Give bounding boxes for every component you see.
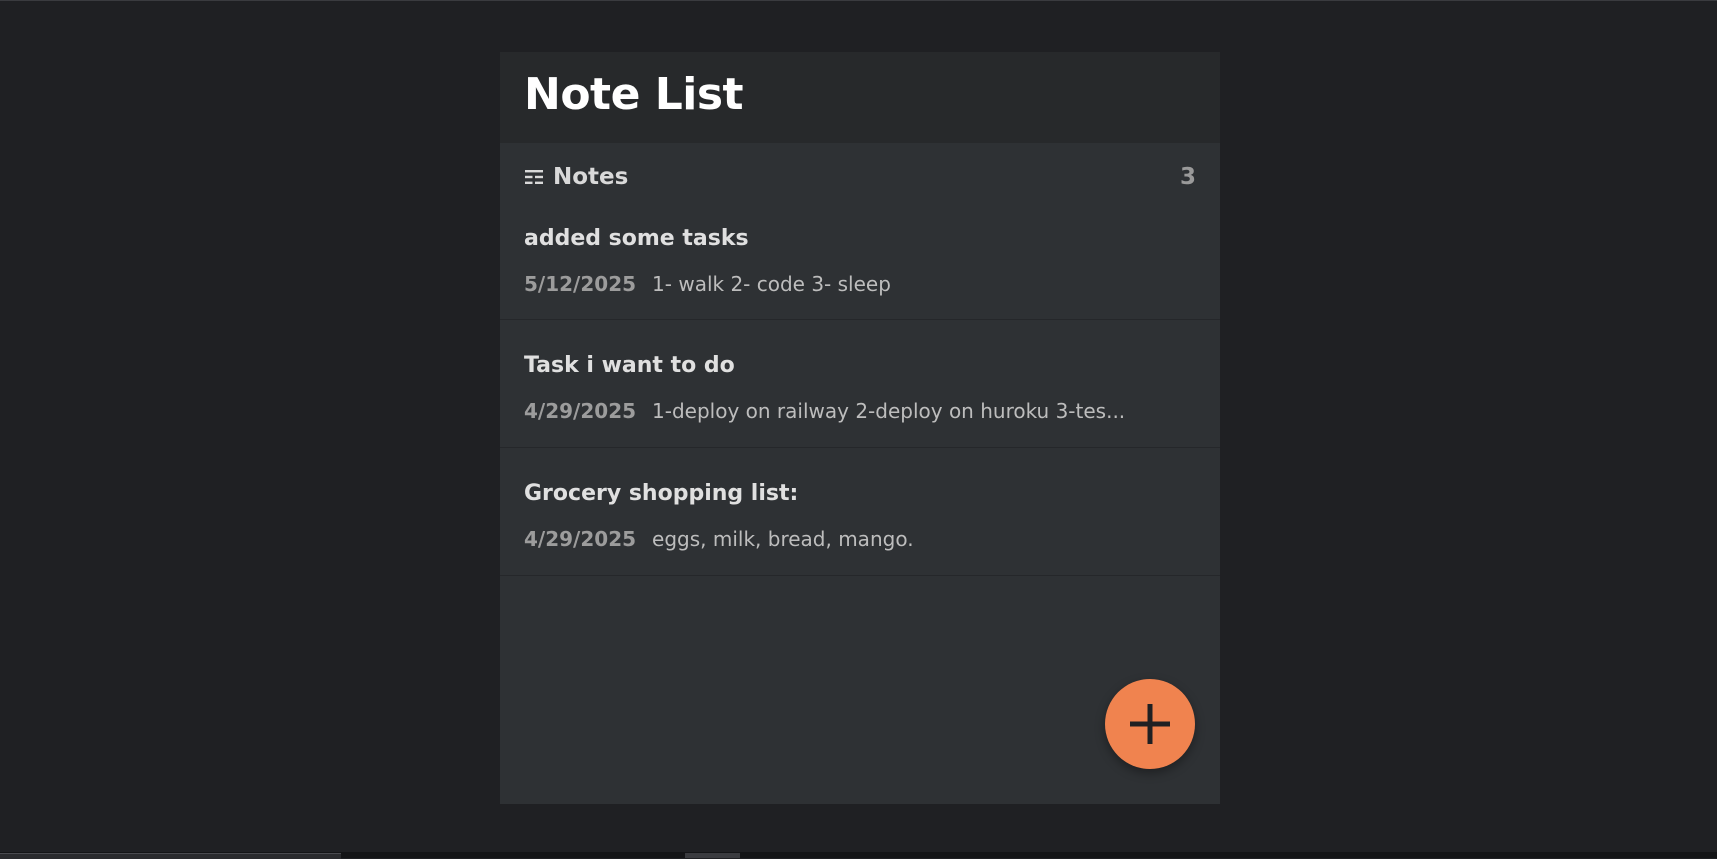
note-meta: 5/12/2025 1- walk 2- code 3- sleep xyxy=(524,272,891,296)
taskbar-item[interactable] xyxy=(0,853,341,859)
taskbar-item[interactable] xyxy=(685,853,740,858)
page-title: Note List xyxy=(524,69,744,120)
note-date: 5/12/2025 xyxy=(524,272,637,296)
plus-icon xyxy=(1130,704,1170,744)
note-title: added some tasks xyxy=(524,226,749,251)
note-date: 4/29/2025 xyxy=(524,527,637,551)
app-header: Note List xyxy=(500,52,1220,143)
note-preview: eggs, milk, bread, mango. xyxy=(652,527,914,551)
note-preview: 1- walk 2- code 3- sleep xyxy=(652,272,891,296)
list-icon xyxy=(525,170,543,184)
note-meta: 4/29/2025 eggs, milk, bread, mango. xyxy=(524,527,914,551)
add-note-button[interactable] xyxy=(1105,679,1195,769)
notes-label: Notes xyxy=(553,164,629,190)
notes-heading: Notes xyxy=(524,164,628,190)
note-title: Task i want to do xyxy=(524,353,735,378)
note-app-panel: Note List Notes 3 added some tasks 5/12/… xyxy=(500,52,1220,804)
note-meta: 4/29/2025 1-deploy on railway 2-deploy on… xyxy=(524,399,1125,423)
note-preview: 1-deploy on railway 2-deploy on huroku 3… xyxy=(652,399,1126,423)
note-list-item[interactable]: added some tasks 5/12/2025 1- walk 2- cod… xyxy=(500,215,1220,320)
note-title: Grocery shopping list: xyxy=(524,481,799,506)
notes-section-header: Notes 3 xyxy=(500,143,1220,215)
notes-count-badge: 3 xyxy=(1179,164,1196,190)
note-list: added some tasks 5/12/2025 1- walk 2- cod… xyxy=(500,215,1220,576)
note-date: 4/29/2025 xyxy=(524,399,637,423)
note-list-item[interactable]: Task i want to do 4/29/2025 1-deploy on r… xyxy=(500,320,1220,448)
window-top-border xyxy=(0,0,1717,1)
note-list-item[interactable]: Grocery shopping list: 4/29/2025 eggs, mi… xyxy=(500,448,1220,576)
